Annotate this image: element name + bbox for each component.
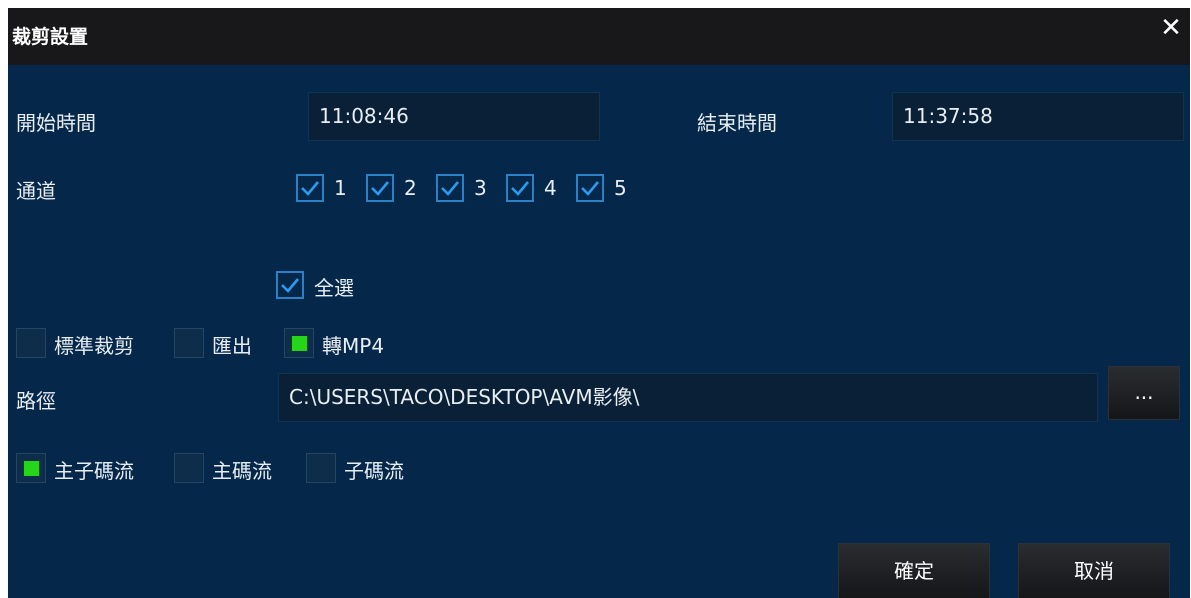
channel-checkbox-label: 3	[474, 176, 487, 200]
stream-option-label: 子碼流	[344, 459, 404, 483]
end-time-label: 結束時間	[697, 111, 777, 135]
mode-option-label: 匯出	[212, 334, 252, 358]
path-value: C:\USERS\TACO\DESKTOP\AVM影像\	[289, 385, 640, 409]
title-bar: 裁剪設置 ✕	[8, 8, 1190, 65]
stream-radio-box[interactable]	[306, 453, 336, 483]
dialog-title: 裁剪設置	[12, 26, 89, 48]
stream-option-label: 主碼流	[212, 459, 272, 483]
end-time-value: 11:37:58	[903, 104, 993, 128]
channel-checkbox-label: 5	[614, 176, 627, 200]
checkbox-check-icon[interactable]	[296, 174, 324, 202]
stream-option-label: 主子碼流	[54, 459, 134, 483]
mode-radio-box[interactable]	[284, 328, 314, 358]
channel-checkbox-label: 2	[404, 176, 417, 200]
crop-settings-dialog: 裁剪設置 ✕ 開始時間 11:08:46 結束時間 11:37:58 通道 1 …	[8, 8, 1190, 598]
checkbox-check-icon[interactable]	[366, 174, 394, 202]
ok-button[interactable]: 確定	[838, 543, 990, 598]
channel-label: 通道	[16, 179, 56, 203]
ok-button-label: 確定	[894, 559, 934, 583]
mode-radio-box[interactable]	[174, 328, 204, 358]
browse-button[interactable]: ...	[1108, 366, 1180, 420]
start-time-value: 11:08:46	[319, 104, 409, 128]
browse-button-label: ...	[1134, 380, 1154, 404]
channel-checkbox-label: 4	[544, 176, 557, 200]
stream-radio-box[interactable]	[16, 453, 46, 483]
close-icon[interactable]: ✕	[1152, 8, 1190, 48]
select-all-label: 全選	[314, 276, 354, 300]
checkbox-check-icon[interactable]	[576, 174, 604, 202]
stream-radio-box[interactable]	[174, 453, 204, 483]
channel-checkbox-label: 1	[334, 176, 347, 200]
checkbox-check-icon[interactable]	[276, 271, 304, 299]
path-input[interactable]: C:\USERS\TACO\DESKTOP\AVM影像\	[278, 373, 1098, 422]
start-time-label: 開始時間	[16, 111, 96, 135]
checkbox-check-icon[interactable]	[506, 174, 534, 202]
path-label: 路徑	[16, 389, 56, 413]
cancel-button-label: 取消	[1074, 559, 1114, 583]
end-time-field[interactable]: 11:37:58	[892, 92, 1184, 141]
start-time-field[interactable]: 11:08:46	[308, 92, 600, 141]
cancel-button[interactable]: 取消	[1018, 543, 1170, 598]
mode-option-label: 轉MP4	[322, 334, 385, 358]
mode-option-label: 標準裁剪	[54, 334, 134, 358]
mode-radio-box[interactable]	[16, 328, 46, 358]
checkbox-check-icon[interactable]	[436, 174, 464, 202]
